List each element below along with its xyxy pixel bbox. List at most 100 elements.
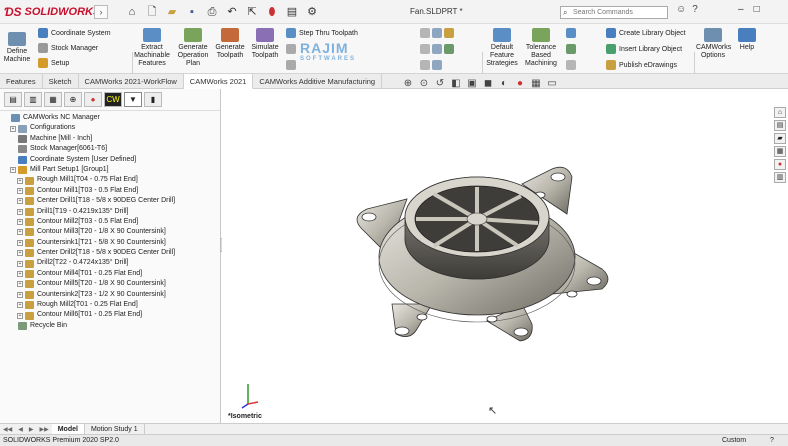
configuration-manager-tab-icon[interactable]: ▦ [44, 92, 62, 107]
home-icon[interactable]: ⌂ [124, 4, 140, 20]
grid-icon[interactable] [420, 28, 430, 38]
tree-item[interactable]: CAMWorks NC Manager [0, 113, 220, 123]
new-file-icon[interactable]: 🗋 [144, 4, 160, 20]
tab-camworks-2021-workflow[interactable]: CAMWorks 2021-WorkFlow [79, 74, 184, 89]
library-misc-icon[interactable] [566, 60, 576, 70]
tab-model[interactable]: Model [51, 423, 85, 435]
expand-toggle-icon[interactable]: + [17, 187, 23, 194]
tab-features[interactable]: Features [0, 74, 43, 89]
ribbon-small-button-2[interactable] [286, 44, 296, 54]
search-commands-input[interactable]: ⌕ Search Commands [560, 6, 668, 19]
tree-item[interactable]: + Contour Mill6[T01 - 0.25 Flat End] [0, 310, 220, 320]
tree-item[interactable]: + Rough Mill2[T01 - 0.25 Flat End] [0, 300, 220, 310]
next-tab-icon[interactable]: ▶ [26, 426, 37, 433]
prev-tab-icon[interactable]: ◀ [15, 426, 26, 433]
report-icon[interactable] [444, 28, 454, 38]
tab-camworks-additive-manufacturing[interactable]: CAMWorks Additive Manufacturing [253, 74, 383, 89]
file-explorer-icon[interactable]: ▰ [774, 133, 786, 144]
tab-motion-study[interactable]: Motion Study 1 [85, 423, 145, 435]
tree-item[interactable]: Stock Manager[6061-T6] [0, 144, 220, 154]
solidworks-resources-icon[interactable]: ⌂ [774, 107, 786, 118]
coordinate-system-button[interactable]: Coordinate System [38, 28, 111, 38]
status-help-icon[interactable]: ? [770, 435, 774, 446]
design-library-icon[interactable]: ▤ [774, 120, 786, 131]
expand-toggle-icon[interactable]: + [10, 167, 16, 174]
dimxpert-tab-icon[interactable]: ⊕ [64, 92, 82, 107]
options-gear-icon[interactable]: ⚙ [304, 4, 320, 20]
feature-manager-tab-icon[interactable]: ▤ [4, 92, 22, 107]
units-selector[interactable]: Custom [722, 435, 746, 446]
expand-toggle-icon[interactable]: + [17, 219, 23, 226]
menu-arrow-icon[interactable]: › [94, 5, 108, 19]
display-manager-tab-icon[interactable]: ● [84, 92, 102, 107]
stock-manager-button[interactable]: Stock Manager [38, 43, 98, 53]
camworks-tool-tree-tab-icon[interactable]: ▮ [144, 92, 162, 107]
ribbon-small-button-3[interactable] [286, 60, 296, 70]
help-button[interactable]: Help [734, 28, 760, 52]
define-machine-button[interactable]: Define Machine [2, 32, 32, 64]
select-arrow-icon[interactable]: ⇱ [244, 4, 260, 20]
solidworks-logo[interactable]: ƊS SOLIDWORKS [4, 4, 100, 20]
tree-item[interactable]: + Mill Part Setup1 [Group1] [0, 165, 220, 175]
list-icon[interactable] [432, 44, 442, 54]
create-library-object-button[interactable]: Create Library Object [606, 28, 686, 38]
help-question-icon[interactable]: ? [692, 4, 698, 15]
graphics-viewport[interactable] [222, 89, 772, 423]
camworks-options-button[interactable]: CAMWorks Options [696, 28, 731, 60]
maximize-icon[interactable]: □ [754, 4, 760, 15]
expand-toggle-icon[interactable]: + [17, 198, 23, 205]
tree-item[interactable]: + Countersink1[T21 - 5/8 X 90 Countersink… [0, 238, 220, 248]
expand-toggle-icon[interactable]: + [10, 125, 16, 132]
open-folder-icon[interactable]: ▰ [164, 4, 180, 20]
user-icon[interactable]: ☺ [676, 4, 686, 15]
save-data-icon[interactable] [432, 60, 442, 70]
table-icon[interactable] [420, 44, 430, 54]
camworks-feature-tree-tab-icon[interactable]: CW [104, 92, 122, 107]
undo-icon[interactable]: ↶ [224, 4, 240, 20]
tab-camworks-2021[interactable]: CAMWorks 2021 [183, 74, 254, 89]
step-thru-toolpath-button[interactable]: Step Thru Toolpath [286, 28, 358, 38]
tab-sketch[interactable]: Sketch [43, 74, 79, 89]
generate-operation-plan-button[interactable]: Generate Operation Plan [173, 28, 213, 68]
expand-toggle-icon[interactable]: + [17, 239, 23, 246]
tree-item[interactable]: + Contour Mill2[T03 - 0.5 Flat End] [0, 217, 220, 227]
tree-item[interactable]: Recycle Bin [0, 321, 220, 331]
tree-item[interactable]: + Center Drill2[T18 - 5/8 x 90DEG Center … [0, 248, 220, 258]
expand-toggle-icon[interactable]: + [17, 291, 23, 298]
library-insert-icon[interactable] [566, 44, 576, 54]
appearances-icon[interactable]: ● [774, 159, 786, 170]
tree-item[interactable]: + Rough Mill1[T04 - 0.75 Flat End] [0, 175, 220, 185]
first-tab-icon[interactable]: ◀◀ [0, 426, 15, 433]
tree-item[interactable]: + Configurations [0, 123, 220, 133]
tree-item[interactable]: + Drill2[T22 - 0.4724x135° Drill] [0, 258, 220, 268]
view-palette-icon[interactable]: ▦ [774, 146, 786, 157]
check-icon[interactable] [444, 44, 454, 54]
traffic-light-icon[interactable]: ⬮ [264, 4, 280, 20]
tree-item[interactable]: + Contour Mill5[T20 - 1/8 X 90 Countersin… [0, 279, 220, 289]
expand-toggle-icon[interactable]: + [17, 281, 23, 288]
tree-item[interactable]: + Contour Mill3[T20 - 1/8 X 90 Countersin… [0, 227, 220, 237]
custom-properties-icon[interactable]: ▥ [774, 172, 786, 183]
setup-button[interactable]: Setup [38, 58, 69, 68]
expand-toggle-icon[interactable]: + [17, 177, 23, 184]
expand-toggle-icon[interactable]: + [17, 208, 23, 215]
print-icon[interactable]: ⎙ [204, 4, 220, 20]
expand-toggle-icon[interactable]: + [17, 260, 23, 267]
expand-toggle-icon[interactable]: + [17, 312, 23, 319]
tree-item[interactable]: + Drill1[T19 - 0.4219x135° Drill] [0, 207, 220, 217]
expand-toggle-icon[interactable]: + [17, 302, 23, 309]
filter-icon[interactable] [432, 28, 442, 38]
clear-icon[interactable] [420, 60, 430, 70]
tree-item[interactable]: + Countersink2[T23 - 1/2 X 90 Countersink… [0, 290, 220, 300]
save-icon[interactable]: ▪ [184, 4, 200, 20]
camworks-operation-tree-tab-icon[interactable]: ▼ [124, 92, 142, 107]
minimize-icon[interactable]: – [738, 4, 744, 15]
simulate-toolpath-button[interactable]: Simulate Toolpath [249, 28, 281, 60]
insert-library-object-button[interactable]: Insert Library Object [606, 44, 682, 54]
extract-features-button[interactable]: Extract Machinable Features [134, 28, 170, 68]
tree-item[interactable]: Machine [Mill - Inch] [0, 134, 220, 144]
expand-toggle-icon[interactable]: + [17, 250, 23, 257]
tree-item[interactable]: + Contour Mill1[T03 - 0.5 Flat End] [0, 186, 220, 196]
publish-edrawings-button[interactable]: Publish eDrawings [606, 60, 677, 70]
tree-item[interactable]: Coordinate System [User Defined] [0, 155, 220, 165]
